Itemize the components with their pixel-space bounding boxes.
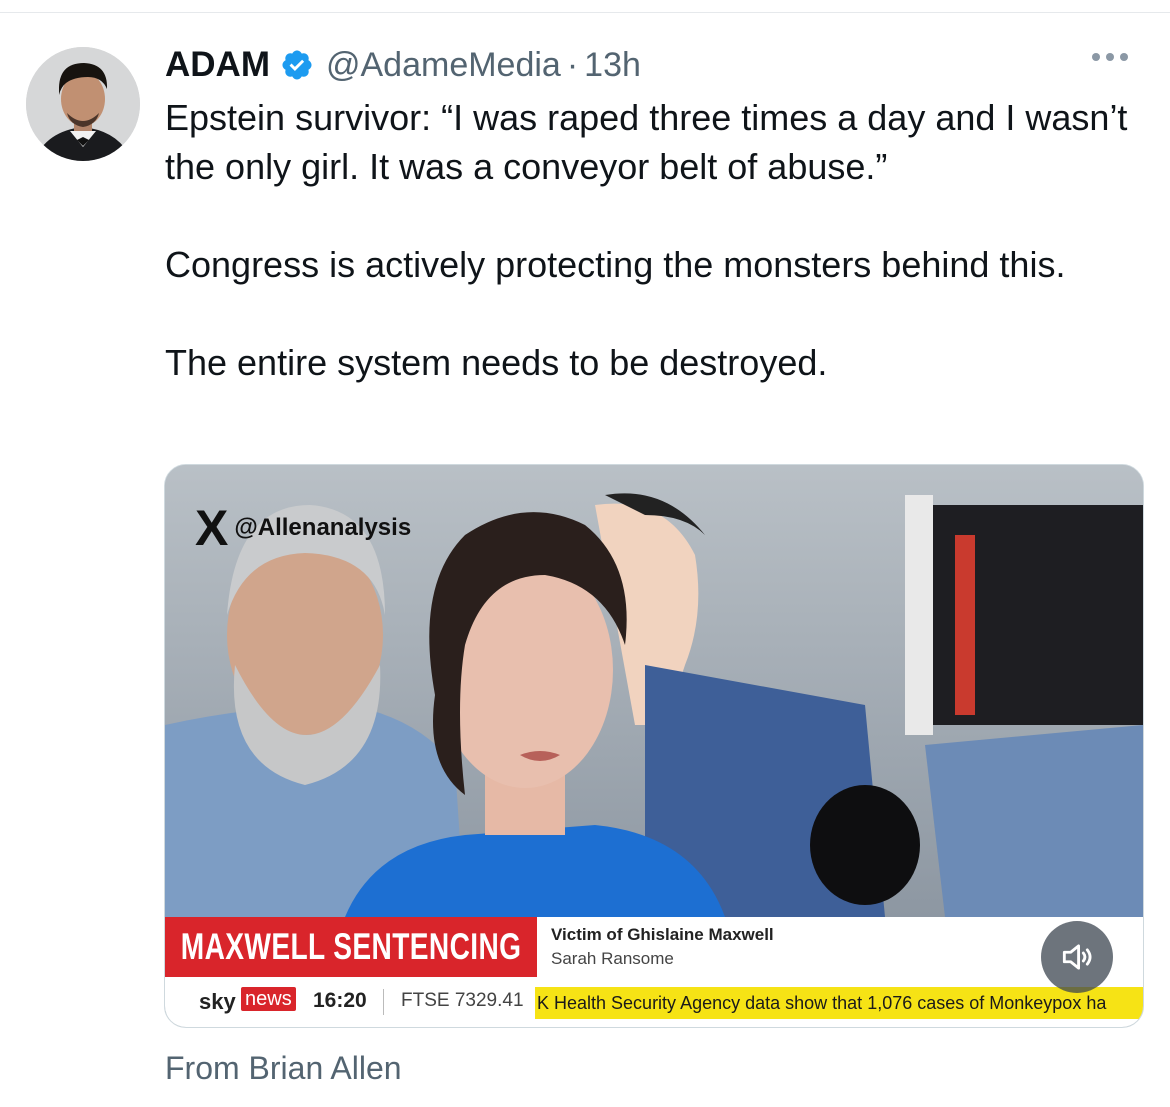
video-player[interactable]: X @Allenanalysis MAXWELL SENTENCING Vict… bbox=[164, 464, 1144, 1028]
tweet-paragraph: Epstein survivor: “I was raped three tim… bbox=[165, 97, 1128, 187]
ticker-clock: 16:20 bbox=[313, 989, 367, 1012]
avatar-image bbox=[26, 47, 140, 161]
tweet-header: ADAM @AdameMedia · 13h bbox=[165, 40, 641, 90]
speaker-icon bbox=[1062, 944, 1092, 970]
avatar[interactable] bbox=[26, 47, 140, 161]
volume-icon[interactable] bbox=[1041, 921, 1113, 993]
separator-dot: · bbox=[566, 45, 579, 84]
headline-box: MAXWELL SENTENCING bbox=[165, 917, 537, 977]
top-divider bbox=[0, 12, 1170, 13]
more-options-icon[interactable] bbox=[1092, 53, 1128, 61]
watermark: X @Allenanalysis bbox=[195, 503, 411, 553]
ticker-divider bbox=[383, 989, 384, 1015]
media-attribution: From Brian Allen bbox=[165, 1050, 402, 1086]
headline-text: MAXWELL SENTENCING bbox=[180, 926, 522, 967]
news-logo: news bbox=[241, 987, 296, 1011]
x-logo-icon: X bbox=[195, 500, 229, 556]
news-lower-third: MAXWELL SENTENCING Victim of Ghislaine M… bbox=[165, 917, 1143, 977]
tweet-paragraph: Congress is actively protecting the mons… bbox=[165, 244, 1066, 285]
tweet-paragraph: The entire system needs to be destroyed. bbox=[165, 342, 828, 383]
more-dot bbox=[1120, 53, 1128, 61]
caption-line-1: Victim of Ghislaine Maxwell bbox=[551, 925, 774, 944]
tweet-text: Epstein survivor: “I was raped three tim… bbox=[165, 93, 1150, 387]
ticker-text: K Health Security Agency data show that … bbox=[535, 987, 1143, 1019]
ftse-index: FTSE 7329.41 bbox=[401, 990, 524, 1011]
caption-line-2: Sarah Ransome bbox=[551, 949, 674, 968]
timestamp[interactable]: 13h bbox=[584, 46, 641, 85]
news-ticker: sky news 16:20 FTSE 7329.41 K Health Sec… bbox=[165, 977, 1143, 1027]
watermark-handle: @Allenanalysis bbox=[234, 514, 412, 541]
sky-logo: sky bbox=[199, 989, 236, 1014]
verified-badge-icon bbox=[282, 50, 312, 80]
more-dot bbox=[1106, 53, 1114, 61]
author-handle[interactable]: @AdameMedia bbox=[326, 46, 561, 85]
author-name[interactable]: ADAM bbox=[165, 45, 270, 85]
more-dot bbox=[1092, 53, 1100, 61]
